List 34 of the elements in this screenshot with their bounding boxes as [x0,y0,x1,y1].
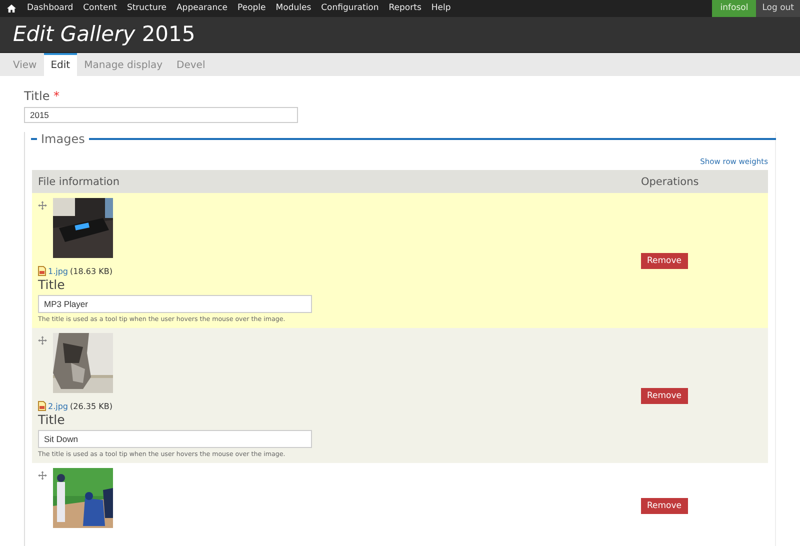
image-file-icon [38,266,46,276]
column-header: Operations [639,170,768,193]
image-title-label: Title [38,412,66,428]
remove-button[interactable]: Remove [641,252,688,268]
page-title: Edit Gallery 2015 [13,21,196,48]
file-link[interactable]: 1.jpg [48,266,68,276]
image-title-label: Title [38,277,66,293]
toolbar-menu-link[interactable]: Appearance [171,0,233,17]
file-size: (26.35 KB) [70,402,112,410]
drag-handle-icon[interactable] [38,336,47,345]
tab[interactable]: Edit [44,53,78,76]
toolbar-menu-link[interactable]: Modules [270,0,316,17]
remove-button[interactable]: Remove [641,388,688,404]
toolbar-menu-link[interactable]: People [232,0,271,17]
drag-handle-icon[interactable] [38,471,47,480]
toolbar-menu-link[interactable]: Content [78,0,122,17]
drag-handle-icon[interactable] [38,201,47,210]
toolbar-menu-link[interactable]: Help [426,0,456,17]
title-input[interactable]: 2015 [24,107,298,123]
home-icon[interactable] [7,4,16,13]
file-size: (18.63 KB) [70,266,112,276]
title-label: Title * [24,88,61,104]
remove-button[interactable]: Remove [641,498,688,514]
toolbar-menu-link[interactable]: Configuration [316,0,384,17]
toolbar-menu-link[interactable]: Structure [122,0,172,17]
toolbar-menu-link[interactable]: Dashboard [22,0,78,17]
toolbar-menu-link[interactable]: Reports [384,0,426,17]
image-title-input[interactable]: MP3 Player [38,295,312,313]
file-link[interactable]: 2.jpg [48,402,68,410]
image-title-input[interactable]: Sit Down [38,430,312,448]
column-header: File information [32,170,639,193]
logout-link[interactable]: Log out [756,0,800,17]
fieldset-legend: Images [37,132,89,146]
image-file-icon [38,401,46,411]
